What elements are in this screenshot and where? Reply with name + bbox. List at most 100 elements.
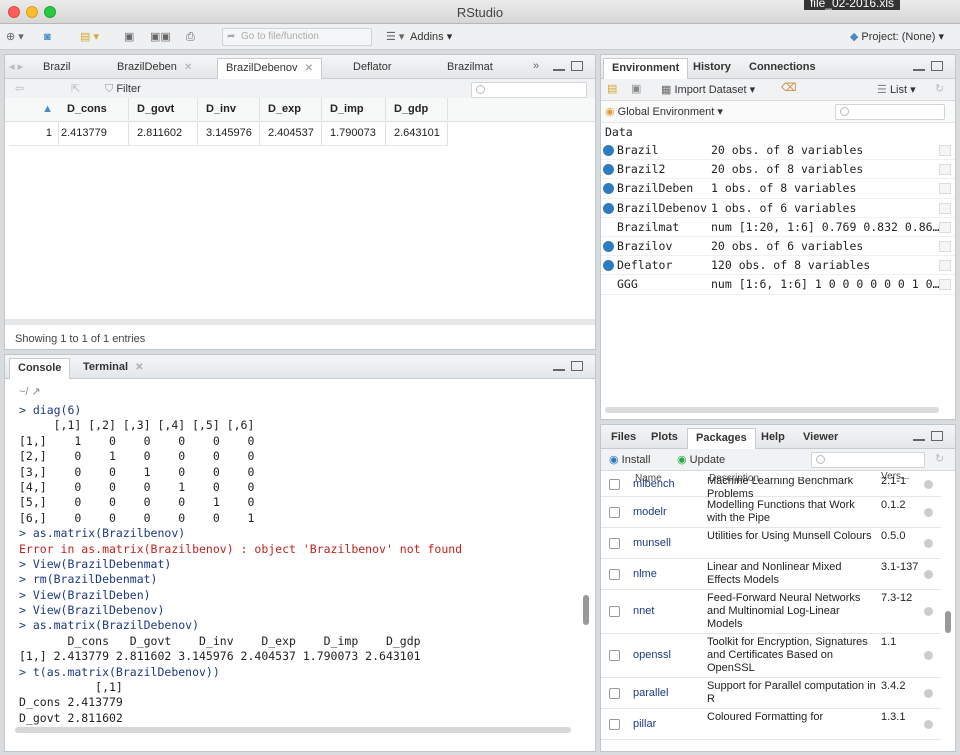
tab-console[interactable]: Console [9, 358, 71, 379]
env-item[interactable]: Brazil2 20 obs. of 8 variables [601, 160, 955, 180]
sort-icon[interactable]: ▲ [9, 98, 59, 120]
view-grid-icon[interactable] [939, 279, 951, 291]
import-dataset-button[interactable]: ▦ Import Dataset ▾ [661, 83, 755, 96]
packages-search-input[interactable] [811, 452, 925, 468]
minimize-pane-icon[interactable] [553, 361, 565, 371]
package-name-link[interactable]: nlme [633, 568, 657, 580]
package-checkbox[interactable] [609, 568, 620, 580]
tab-history[interactable]: History [685, 58, 739, 79]
viewer-scrollbar[interactable] [5, 319, 595, 325]
package-checkbox[interactable] [609, 718, 620, 730]
env-search-input[interactable] [835, 104, 945, 120]
update-button[interactable]: ◉ Update [677, 453, 725, 466]
maximize-pane-icon[interactable] [931, 431, 943, 441]
package-checkbox[interactable] [609, 650, 620, 661]
packages-scrollbar-thumb[interactable] [945, 611, 951, 633]
console-scrollbar-thumb[interactable] [583, 595, 589, 625]
tab-files[interactable]: Files [603, 428, 644, 449]
expand-icon[interactable] [603, 164, 614, 176]
project-menu[interactable]: ◆ Project: (None) ▾ [850, 28, 944, 46]
scope-selector[interactable]: ◉ Global Environment ▾ [605, 105, 723, 118]
expand-icon[interactable] [603, 183, 614, 195]
minimize-pane-icon[interactable] [913, 431, 925, 441]
close-icon[interactable]: ✕ [135, 362, 143, 373]
env-item[interactable]: BrazilDebenov 1 obs. of 6 variables [601, 199, 955, 218]
addins-menu[interactable]: Addins ▾ [410, 28, 452, 46]
package-name-link[interactable]: mlbench [633, 478, 675, 490]
package-name-link[interactable]: modelr [633, 506, 667, 518]
code-tools-icon[interactable]: ☰ ▾ [386, 28, 404, 46]
minimize-pane-icon[interactable] [913, 61, 925, 71]
popout-icon[interactable]: ⇱ [71, 82, 80, 95]
remove-package-icon[interactable] [924, 480, 933, 489]
column-header[interactable]: D_imp [322, 98, 386, 120]
package-name-link[interactable]: nnet [633, 605, 654, 617]
package-checkbox[interactable] [609, 506, 620, 518]
view-grid-icon[interactable] [939, 202, 951, 214]
maximize-pane-icon[interactable] [571, 361, 583, 371]
view-grid-icon[interactable] [939, 221, 951, 233]
filter-button[interactable]: ⛉ Filter [105, 83, 141, 96]
tab-brazildeben[interactable]: BrazilDeben ✕ [109, 58, 200, 79]
close-icon[interactable]: ✕ [184, 62, 192, 73]
back-icon[interactable]: ⇦ [15, 82, 24, 95]
tab-help[interactable]: Help [753, 428, 793, 449]
expand-icon[interactable] [603, 145, 614, 156]
package-name-link[interactable]: parallel [633, 687, 668, 699]
console-output[interactable]: > diag(6) [,1] [,2] [,3] [,4] [,5] [,6][… [19, 403, 589, 726]
save-workspace-icon[interactable]: ▣ [631, 82, 641, 95]
maximize-pane-icon[interactable] [931, 61, 943, 71]
new-project-icon[interactable]: ◙ [44, 28, 51, 46]
nav-arrows-icon[interactable]: ◂ ▸ [9, 60, 23, 73]
env-hscrollbar[interactable] [605, 407, 939, 413]
tab-environment[interactable]: Environment [603, 58, 689, 79]
minimize-pane-icon[interactable] [553, 61, 565, 71]
env-item[interactable]: Deflator 120 obs. of 8 variables [601, 256, 955, 276]
tab-deflator[interactable]: Deflator [345, 58, 400, 79]
remove-package-icon[interactable] [924, 538, 933, 548]
broom-icon[interactable]: ⌫ [781, 81, 797, 94]
more-tabs-icon[interactable]: » [533, 60, 539, 72]
expand-icon[interactable] [603, 260, 614, 272]
list-view-button[interactable]: ☰ List ▾ [877, 83, 916, 96]
console-hscrollbar[interactable] [15, 727, 571, 733]
tab-brazilmat[interactable]: Brazilmat [439, 58, 501, 79]
view-grid-icon[interactable] [939, 145, 951, 156]
env-item[interactable]: Brazilov 20 obs. of 6 variables [601, 237, 955, 257]
column-header[interactable]: D_inv [198, 98, 260, 120]
tab-terminal[interactable]: Terminal ✕ [75, 358, 151, 379]
tab-viewer[interactable]: Viewer [795, 428, 846, 449]
view-grid-icon[interactable] [939, 183, 951, 195]
open-workspace-icon[interactable]: ▤ [607, 82, 617, 95]
expand-icon[interactable] [603, 202, 614, 214]
tab-plots[interactable]: Plots [643, 428, 686, 449]
package-checkbox[interactable] [609, 687, 620, 699]
save-icon[interactable]: ▣ [124, 28, 134, 46]
package-name-link[interactable]: munsell [633, 537, 671, 549]
column-header[interactable]: D_gdp [386, 98, 448, 120]
save-all-icon[interactable]: ▣▣ [150, 28, 171, 46]
remove-package-icon[interactable] [924, 607, 933, 616]
env-item[interactable]: Brazil 20 obs. of 8 variables [601, 141, 955, 161]
print-icon[interactable]: ⎙ [186, 28, 195, 46]
tab-connections[interactable]: Connections [741, 58, 824, 79]
remove-package-icon[interactable] [924, 651, 933, 660]
column-header[interactable]: D_exp [260, 98, 322, 120]
close-icon[interactable]: ✕ [305, 63, 313, 74]
tab-brazildebenov[interactable]: BrazilDebenov ✕ [217, 58, 322, 79]
package-checkbox[interactable] [609, 537, 620, 549]
env-item[interactable]: BrazilDeben 1 obs. of 8 variables [601, 179, 955, 199]
tab-packages[interactable]: Packages [687, 428, 756, 449]
env-item[interactable]: GGG num [1:6, 1:6] 1 0 0 0 0 0 0 1 0… [601, 275, 955, 295]
tab-brazil[interactable]: Brazil [35, 58, 79, 79]
open-file-icon[interactable]: ▤ ▾ [80, 28, 99, 46]
remove-package-icon[interactable] [924, 688, 933, 698]
viewer-search-input[interactable] [471, 82, 587, 98]
arrow-icon[interactable]: ↗ [32, 386, 41, 398]
refresh-icon[interactable]: ↻ [935, 82, 944, 95]
env-item[interactable]: Brazilmat num [1:20, 1:6] 0.769 0.832 0.8… [601, 218, 955, 237]
remove-package-icon[interactable] [924, 719, 933, 729]
install-button[interactable]: ◉ Install [609, 453, 650, 466]
package-checkbox[interactable] [609, 606, 620, 617]
package-checkbox[interactable] [609, 479, 620, 490]
